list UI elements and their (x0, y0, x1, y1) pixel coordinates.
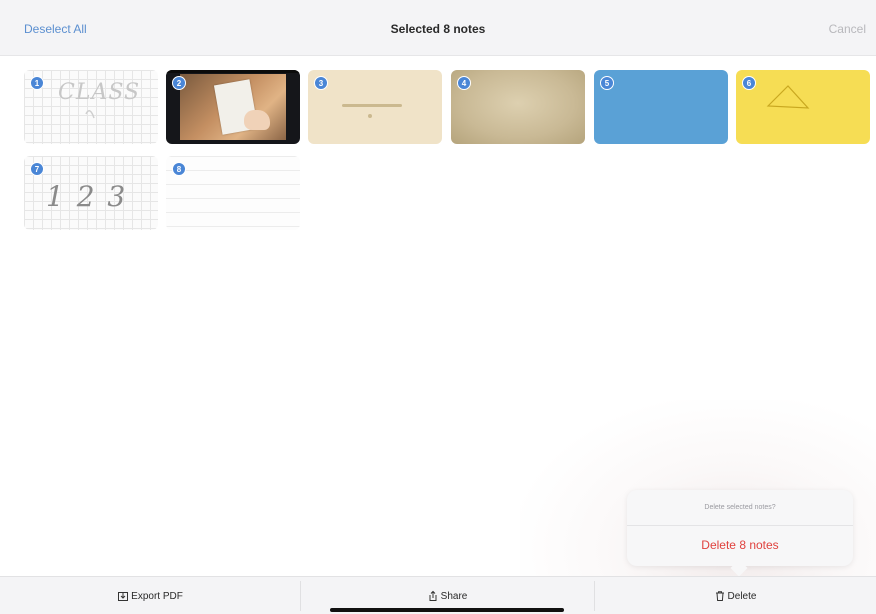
delete-button[interactable]: Delete (594, 577, 876, 614)
delete-confirmation-popover: Delete selected notes? Delete 8 notes (627, 490, 853, 577)
selection-badge: 1 (30, 76, 44, 90)
selection-badge: 7 (30, 162, 44, 176)
home-indicator (330, 608, 564, 612)
export-pdf-button[interactable]: Export PDF (0, 577, 300, 614)
note-thumbnail-8[interactable]: 8 (166, 156, 300, 230)
note-thumbnail-7[interactable]: 7 1 2 3 (24, 156, 158, 230)
confirm-delete-button[interactable]: Delete 8 notes (627, 538, 853, 552)
note-thumbnail-5[interactable]: 5 (594, 70, 728, 144)
popover-divider (627, 525, 853, 526)
export-icon (118, 592, 129, 601)
share-label: Share (440, 590, 468, 602)
triangle-icon (766, 85, 810, 109)
export-pdf-label: Export PDF (131, 590, 183, 602)
note-thumbnail-3[interactable]: 3 (308, 70, 442, 144)
handwriting-text: 1 2 3 (46, 180, 128, 213)
scribble-icon (85, 110, 95, 119)
note-thumbnail-4[interactable]: 4 (451, 70, 585, 144)
selection-badge: 5 (600, 76, 614, 90)
note-thumbnail-1[interactable]: 1 CLASS (24, 70, 158, 144)
note-text-dot (368, 114, 372, 118)
photo-hand (244, 110, 270, 130)
selection-badge: 4 (457, 76, 471, 90)
note-thumbnail-6[interactable]: 6 (736, 70, 870, 144)
photo-frame (166, 70, 300, 73)
trash-icon (715, 591, 724, 601)
note-thumbnail-2[interactable]: 2 (166, 70, 300, 144)
delete-label: Delete (727, 590, 757, 602)
page-title: Selected 8 notes (390, 22, 486, 36)
selection-badge: 6 (742, 76, 756, 90)
note-text-line (342, 104, 402, 107)
selection-badge: 8 (172, 162, 186, 176)
top-navigation-bar: Deselect All Selected 8 notes Cancel (0, 0, 876, 56)
selection-badge: 2 (172, 76, 186, 90)
cancel-button[interactable]: Cancel (829, 22, 866, 36)
share-icon (429, 590, 437, 601)
selection-badge: 3 (314, 76, 328, 90)
popover-message: Delete selected notes? (704, 504, 776, 511)
